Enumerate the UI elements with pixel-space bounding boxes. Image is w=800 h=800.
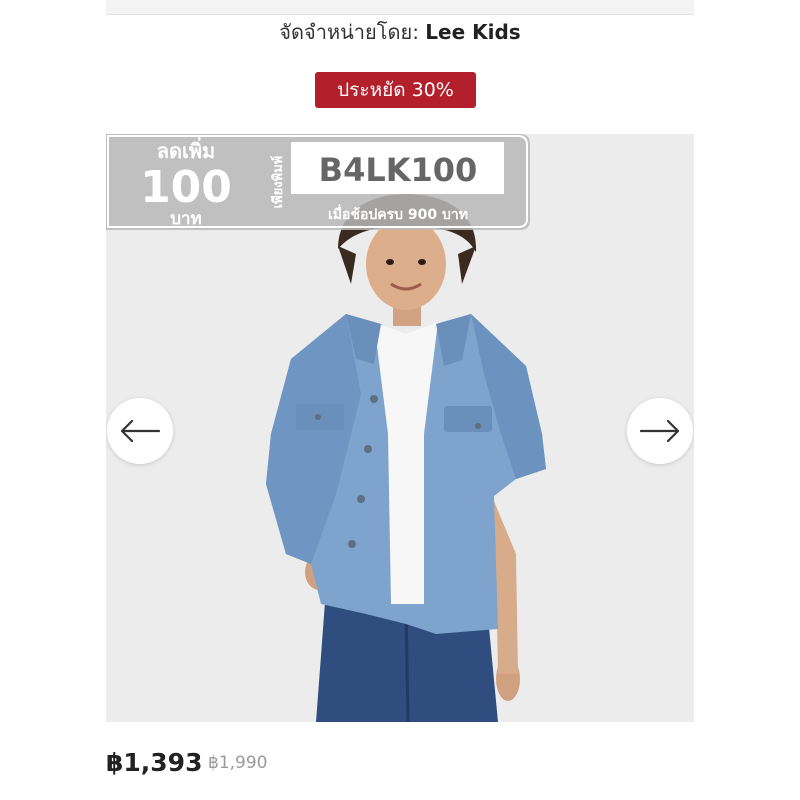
previous-image-button[interactable] [107, 398, 173, 464]
product-image-gallery[interactable]: ลดเพิ่ม 100 บาท เพียงพิมพ์ B4LK100 เมื่อ… [106, 134, 694, 722]
promo-title: ลดเพิ่ม [157, 136, 215, 163]
seller-name[interactable]: Lee Kids [425, 20, 520, 44]
promo-banner: ลดเพิ่ม 100 บาท เพียงพิมพ์ B4LK100 เมื่อ… [106, 134, 530, 230]
promo-vertical-text: เพียงพิมพ์ [270, 156, 286, 209]
seller-line: จัดจำหน่ายโดย: Lee Kids [0, 16, 800, 48]
promo-condition: เมื่อช้อปครบ 900 บาท [328, 204, 468, 223]
promo-code: B4LK100 [319, 151, 478, 189]
arrow-left-icon [120, 419, 161, 443]
original-price: ฿1,990 [208, 753, 268, 773]
discount-badge: ประหยัด 30% [315, 72, 476, 108]
next-image-button[interactable] [627, 398, 693, 464]
promo-unit: บาท [170, 209, 202, 229]
seller-prefix: จัดจำหน่ายโดย: [279, 20, 419, 44]
top-strip [106, 0, 694, 15]
promo-amount: 100 [140, 162, 232, 213]
current-price: ฿1,393 [106, 748, 203, 777]
arrow-right-icon [639, 419, 680, 443]
